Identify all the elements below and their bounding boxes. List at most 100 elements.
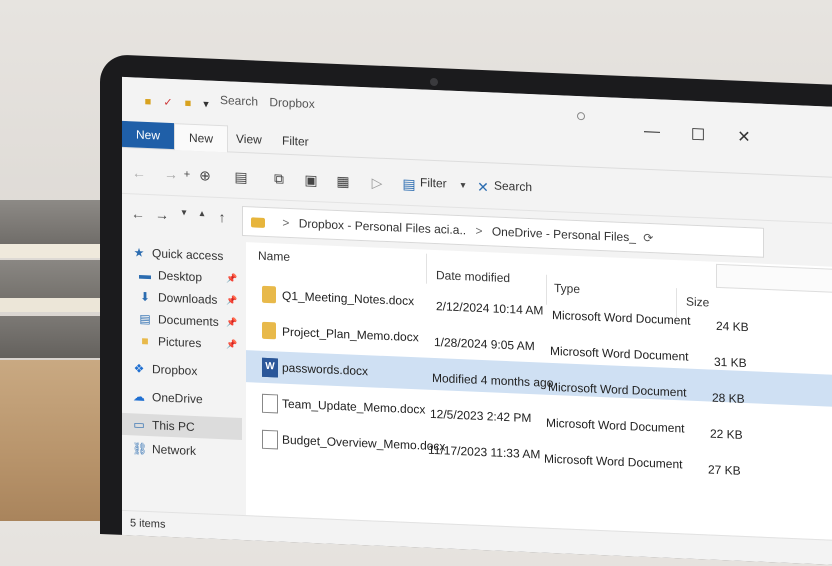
word-document-icon: W — [262, 357, 278, 378]
share-icon[interactable]: ⊕ — [194, 164, 216, 187]
sidebar-item-label: Pictures — [158, 334, 202, 351]
pin-icon: 📌 — [226, 339, 238, 350]
column-divider[interactable] — [426, 253, 427, 284]
file-date: 2/12/2024 10:14 AM — [436, 299, 544, 318]
sidebar-item-pictures[interactable]: ■ Pictures — [138, 330, 201, 355]
forward-arrow-icon[interactable]: → — [154, 206, 170, 223]
minimize-button[interactable]: — — [642, 123, 662, 142]
sidebar-item-label: OneDrive — [152, 390, 203, 407]
tab-new[interactable]: New — [174, 123, 229, 153]
folder-icon — [251, 217, 265, 228]
navigation-pane: ★ Quick access ▬ Desktop 📌 ⬇ Downloads 📌 ▤ D… — [122, 236, 242, 516]
new-folder-icon[interactable]: ■ — [182, 97, 194, 110]
file-size: 24 KB — [716, 318, 749, 335]
monitor-icon: ▭ — [133, 417, 145, 432]
star-icon: ★ — [133, 245, 145, 260]
file-size: 27 KB — [708, 462, 741, 478]
dropbox-icon: ❖ — [133, 361, 145, 376]
chevron-up-icon[interactable]: ▴ — [194, 208, 210, 220]
tab-new-primary[interactable]: New — [122, 120, 175, 150]
folder-icon: ■ — [141, 333, 149, 349]
file-date: 12/5/2023 2:42 PM — [430, 406, 532, 426]
sidebar-item-label: Network — [152, 442, 197, 459]
sidebar-item-desktop[interactable]: ▬ Desktop — [138, 264, 202, 289]
breadcrumb-separator: > — [282, 215, 290, 230]
up-arrow-icon[interactable]: ↑ — [214, 209, 230, 226]
sidebar-item-network[interactable]: ⛓ Network — [132, 437, 196, 462]
file-list: ⌕ Name Date modified Type Size Q1_Meetin… — [246, 242, 832, 542]
file-type: Microsoft Word Document — [550, 343, 689, 364]
file-type: Microsoft Word Document — [552, 307, 691, 328]
file-name: Q1_Meeting_Notes.docx — [282, 288, 415, 309]
sidebar-item-onedrive[interactable]: ☁ OneDrive — [132, 385, 203, 410]
tab-filter[interactable]: Filter — [268, 127, 323, 155]
file-type: Microsoft Word Document — [544, 451, 683, 472]
search-ring-icon — [577, 111, 585, 121]
item-count: 5 items — [130, 517, 166, 531]
document-icon — [262, 393, 278, 414]
search-button[interactable]: Search — [494, 179, 532, 195]
chevron-down-icon[interactable]: ▾ — [200, 98, 212, 111]
file-size: 28 KB — [712, 390, 745, 407]
network-icon: ⛓ — [132, 441, 148, 456]
cut-icon[interactable]: ▷ — [366, 171, 388, 194]
webcam — [430, 77, 438, 87]
file-type: Microsoft Word Document — [546, 415, 685, 436]
delete-icon[interactable]: ▤ — [230, 165, 252, 188]
folder-icon[interactable]: ■ — [142, 96, 154, 109]
sidebar-item-this-pc[interactable]: ▭ This PC — [122, 412, 242, 440]
sidebar-item-label: Desktop — [158, 268, 203, 285]
close-button[interactable]: ✕ — [734, 127, 754, 148]
title-search[interactable]: Search Dropbox — [220, 93, 570, 130]
pin-icon: 📌 — [226, 317, 238, 328]
breadcrumb-onedrive[interactable]: OneDrive - Personal Files_ — [492, 224, 636, 244]
column-header-name[interactable]: Name — [258, 249, 290, 264]
documents-icon: ▤ — [139, 311, 151, 327]
properties-icon[interactable]: ✓ — [162, 97, 174, 110]
chevron-down-icon[interactable]: ▾ — [452, 175, 474, 198]
file-date: Modified 4 months ago — [432, 370, 554, 391]
laptop-bezel: ■ ✓ ■ ▾ Search Dropbox — ☐ ✕ New New Vie… — [100, 54, 832, 566]
file-name: Team_Update_Memo.docx — [282, 396, 426, 417]
paste-icon[interactable]: ▣ — [300, 168, 322, 191]
file-size: 31 KB — [714, 354, 747, 371]
pin-icon: 📌 — [226, 295, 238, 306]
file-explorer-window: ■ ✓ ■ ▾ Search Dropbox — ☐ ✕ New New Vie… — [122, 76, 832, 566]
column-header-date[interactable]: Date modified — [436, 268, 510, 285]
refresh-icon[interactable]: ⟳ — [643, 231, 653, 245]
file-date: 11/17/2023 11:33 AM — [428, 442, 541, 462]
filter-button[interactable]: Filter — [420, 175, 447, 190]
filter-icon[interactable]: ▤ — [398, 172, 420, 195]
file-date: 1/28/2024 9:05 AM — [434, 334, 535, 354]
search-input[interactable]: ⌕ — [716, 263, 832, 295]
title-search-label: Search — [220, 93, 259, 109]
sidebar-item-label: Dropbox — [152, 362, 198, 379]
folder-icon — [262, 285, 276, 304]
sidebar-item-label: Downloads — [158, 290, 218, 307]
file-name: Budget_Overview_Memo.docx — [282, 432, 446, 454]
breadcrumb-dropbox[interactable]: Dropbox - Personal Files aci.a.. — [299, 216, 466, 237]
download-icon: ⬇ — [139, 289, 151, 305]
title-location-label: Dropbox — [269, 95, 315, 112]
desktop-icon: ▬ — [139, 267, 151, 283]
pin-icon: 📌 — [226, 273, 238, 284]
sidebar-item-label: Documents — [158, 312, 219, 329]
copy-icon[interactable]: ⧉ — [268, 167, 290, 190]
breadcrumb-separator: > — [475, 223, 483, 239]
folder-icon — [262, 321, 276, 340]
search-x-icon[interactable]: ✕ — [472, 176, 494, 199]
cloud-icon: ☁ — [133, 389, 145, 404]
maximize-button[interactable]: ☐ — [688, 125, 708, 146]
sidebar-item-dropbox[interactable]: ❖ Dropbox — [132, 357, 198, 382]
file-type: Microsoft Word Document — [548, 379, 687, 400]
file-name: passwords.docx — [282, 360, 369, 379]
file-name: Project_Plan_Memo.docx — [282, 324, 419, 345]
sidebar-item-label: This PC — [152, 418, 195, 434]
rename-icon[interactable]: ▦ — [332, 170, 354, 193]
document-icon — [262, 429, 278, 450]
back-arrow-icon[interactable]: ← — [130, 205, 146, 222]
file-size: 22 KB — [710, 426, 743, 442]
sidebar-item-label: Quick access — [152, 246, 224, 264]
back-arrow-icon[interactable]: ← — [128, 161, 150, 184]
chevron-down-icon[interactable]: ▾ — [176, 207, 192, 219]
